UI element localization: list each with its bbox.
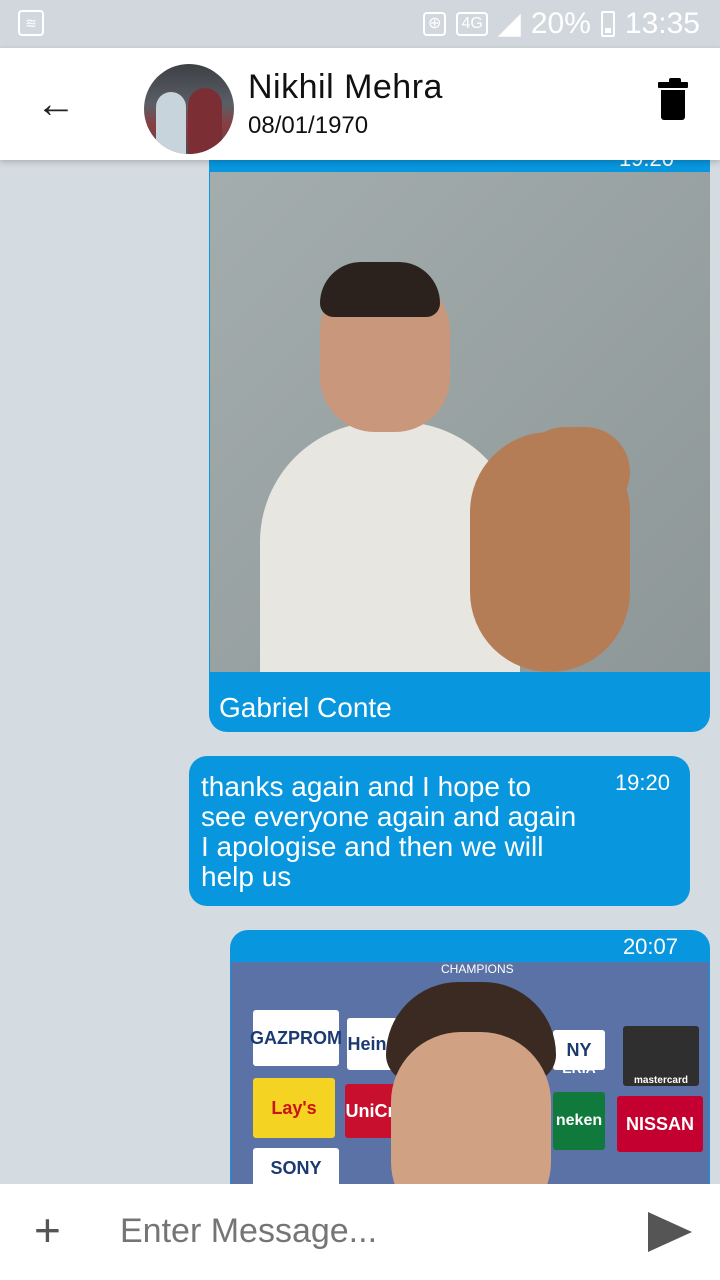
sponsor-logo: mastercard — [623, 1026, 699, 1086]
message-time: 20:07 — [622, 934, 678, 959]
message-input-bar: + — [0, 1184, 720, 1280]
photo-caption: Gabriel Conte — [219, 692, 392, 723]
image-message[interactable]: 19:20 Gabriel Conte — [209, 146, 710, 732]
trash-icon[interactable] — [658, 78, 688, 120]
message-time: 19:20 — [614, 770, 670, 795]
plus-icon[interactable]: + — [34, 1206, 61, 1254]
network-icon: 4G — [456, 11, 488, 36]
image-message[interactable]: 20:07 CHAMPIONS GAZPROM Heine Lay's UniC… — [230, 930, 710, 1200]
contact-date: 08/01/1970 — [248, 112, 369, 139]
message-photo[interactable] — [210, 172, 710, 672]
banner-text: CHAMPIONS — [441, 962, 514, 976]
text-message[interactable]: thanks again and I hope to see everyone … — [189, 756, 690, 906]
message-text: thanks again and I hope to see everyone … — [201, 771, 577, 892]
back-arrow-icon[interactable]: ← — [36, 84, 76, 124]
sponsor-logo: SONY — [253, 1148, 339, 1188]
avatar[interactable] — [144, 64, 234, 154]
message-photo[interactable]: CHAMPIONS GAZPROM Heine Lay's UniCre SON… — [231, 962, 709, 1200]
signal-icon: ◢ — [497, 7, 521, 40]
chat-header: ← Nikhil Mehra 08/01/1970 — [0, 48, 720, 160]
sponsor-logo: NISSAN — [617, 1096, 703, 1152]
message-input[interactable] — [120, 1212, 600, 1251]
status-bar: ≋ ⊕ 4G ◢ 20% 13:35 — [0, 0, 720, 48]
wifi-icon: ≋ — [18, 10, 44, 36]
sponsor-logo: GAZPROM — [250, 1010, 342, 1066]
clock: 13:35 — [624, 6, 700, 40]
sponsor-logo: ERIA — [562, 1060, 596, 1076]
send-icon[interactable] — [648, 1212, 692, 1252]
sponsor-logo: neken — [553, 1092, 605, 1150]
contact-name: Nikhil Mehra — [248, 68, 443, 106]
battery-icon — [600, 10, 615, 37]
battery-percent: 20% — [530, 6, 591, 40]
sponsor-logo: Lay's — [253, 1078, 335, 1138]
globe-icon: ⊕ — [423, 11, 447, 36]
